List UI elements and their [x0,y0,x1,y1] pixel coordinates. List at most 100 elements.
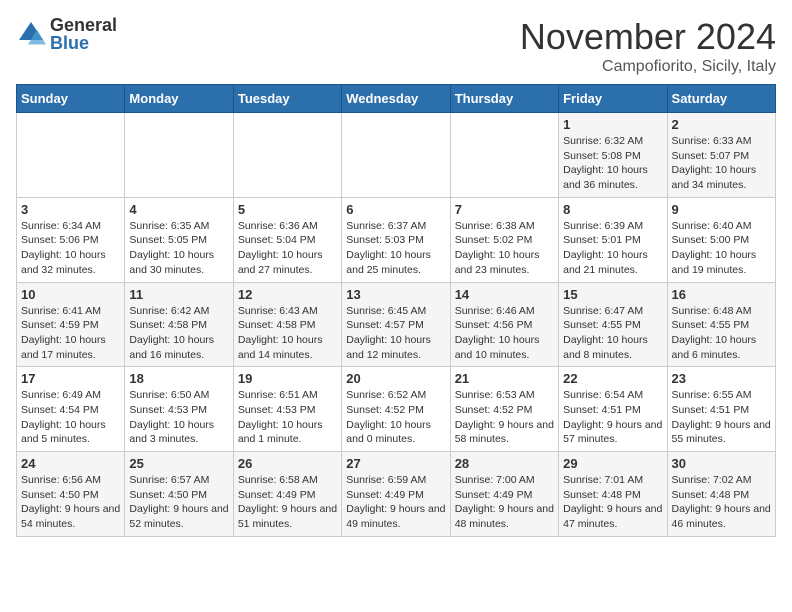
day-info: Sunrise: 6:59 AMSunset: 4:49 PMDaylight:… [346,473,445,532]
day-info: Sunrise: 6:50 AMSunset: 4:53 PMDaylight:… [129,388,228,447]
day-info: Sunrise: 6:48 AMSunset: 4:55 PMDaylight:… [672,304,771,363]
location: Campofiorito, Sicily, Italy [520,58,776,76]
weekday-header: Thursday [450,85,558,113]
calendar-cell [125,113,233,198]
month-title: November 2024 [520,16,776,58]
calendar-cell [342,113,450,198]
day-info: Sunrise: 6:38 AMSunset: 5:02 PMDaylight:… [455,219,554,278]
calendar-cell: 14 Sunrise: 6:46 AMSunset: 4:56 PMDayligh… [450,282,558,367]
day-number: 30 [672,456,771,471]
day-info: Sunrise: 6:39 AMSunset: 5:01 PMDaylight:… [563,219,662,278]
day-number: 11 [129,287,228,302]
calendar-cell: 22Sunrise: 6:54 AMSunset: 4:51 PMDayligh… [559,367,667,452]
calendar-cell: 4 Sunrise: 6:35 AMSunset: 5:05 PMDaylight… [125,197,233,282]
calendar-cell: 15Sunrise: 6:47 AMSunset: 4:55 PMDayligh… [559,282,667,367]
logo-blue: Blue [50,34,117,52]
calendar-cell: 28Sunrise: 7:00 AMSunset: 4:49 PMDayligh… [450,452,558,537]
calendar-cell: 12 Sunrise: 6:43 AMSunset: 4:58 PMDayligh… [233,282,341,367]
calendar-cell: 5 Sunrise: 6:36 AMSunset: 5:04 PMDaylight… [233,197,341,282]
day-info: Sunrise: 6:43 AMSunset: 4:58 PMDaylight:… [238,304,337,363]
day-number: 21 [455,371,554,386]
day-info: Sunrise: 6:55 AMSunset: 4:51 PMDaylight:… [672,388,771,447]
day-info: Sunrise: 6:36 AMSunset: 5:04 PMDaylight:… [238,219,337,278]
day-number: 5 [238,202,337,217]
day-number: 12 [238,287,337,302]
title-block: November 2024 Campofiorito, Sicily, Ital… [520,16,776,76]
calendar-cell: 20 Sunrise: 6:52 AMSunset: 4:52 PMDayligh… [342,367,450,452]
day-info: Sunrise: 6:53 AMSunset: 4:52 PMDaylight:… [455,388,554,447]
day-info: Sunrise: 6:56 AMSunset: 4:50 PMDaylight:… [21,473,120,532]
day-info: Sunrise: 6:37 AMSunset: 5:03 PMDaylight:… [346,219,445,278]
day-info: Sunrise: 6:52 AMSunset: 4:52 PMDaylight:… [346,388,445,447]
calendar-cell: 18 Sunrise: 6:50 AMSunset: 4:53 PMDayligh… [125,367,233,452]
day-number: 23 [672,371,771,386]
calendar-cell [450,113,558,198]
calendar-week-row: 10 Sunrise: 6:41 AMSunset: 4:59 PMDayligh… [17,282,776,367]
calendar-cell: 10 Sunrise: 6:41 AMSunset: 4:59 PMDayligh… [17,282,125,367]
day-number: 2 [672,117,771,132]
day-info: Sunrise: 6:32 AMSunset: 5:08 PMDaylight:… [563,134,662,193]
calendar-cell: 9Sunrise: 6:40 AMSunset: 5:00 PMDaylight… [667,197,775,282]
day-info: Sunrise: 6:46 AMSunset: 4:56 PMDaylight:… [455,304,554,363]
calendar-week-row: 17 Sunrise: 6:49 AMSunset: 4:54 PMDayligh… [17,367,776,452]
logo: General Blue [16,16,117,52]
logo-icon [16,19,46,49]
calendar-cell: 3 Sunrise: 6:34 AMSunset: 5:06 PMDaylight… [17,197,125,282]
calendar-cell: 1 Sunrise: 6:32 AMSunset: 5:08 PMDaylight… [559,113,667,198]
day-number: 20 [346,371,445,386]
day-number: 22 [563,371,662,386]
day-info: Sunrise: 6:42 AMSunset: 4:58 PMDaylight:… [129,304,228,363]
calendar-cell: 25 Sunrise: 6:57 AMSunset: 4:50 PMDayligh… [125,452,233,537]
calendar-week-row: 1 Sunrise: 6:32 AMSunset: 5:08 PMDaylight… [17,113,776,198]
calendar-cell [233,113,341,198]
day-number: 24 [21,456,120,471]
page-header: General Blue November 2024 Campofiorito,… [16,16,776,76]
calendar-cell [17,113,125,198]
calendar-cell: 2 Sunrise: 6:33 AMSunset: 5:07 PMDaylight… [667,113,775,198]
calendar-cell: 26Sunrise: 6:58 AMSunset: 4:49 PMDayligh… [233,452,341,537]
logo-text: General Blue [50,16,117,52]
calendar-cell: 29 Sunrise: 7:01 AMSunset: 4:48 PMDayligh… [559,452,667,537]
day-info: Sunrise: 6:57 AMSunset: 4:50 PMDaylight:… [129,473,228,532]
day-info: Sunrise: 6:34 AMSunset: 5:06 PMDaylight:… [21,219,120,278]
weekday-header: Tuesday [233,85,341,113]
weekday-header: Wednesday [342,85,450,113]
calendar-cell: 7 Sunrise: 6:38 AMSunset: 5:02 PMDaylight… [450,197,558,282]
weekday-header: Sunday [17,85,125,113]
day-number: 3 [21,202,120,217]
day-number: 29 [563,456,662,471]
day-number: 27 [346,456,445,471]
calendar-cell: 6 Sunrise: 6:37 AMSunset: 5:03 PMDaylight… [342,197,450,282]
day-number: 15 [563,287,662,302]
day-number: 25 [129,456,228,471]
day-number: 4 [129,202,228,217]
day-number: 10 [21,287,120,302]
weekday-header: Friday [559,85,667,113]
day-number: 14 [455,287,554,302]
day-info: Sunrise: 6:49 AMSunset: 4:54 PMDaylight:… [21,388,120,447]
logo-general: General [50,16,117,34]
day-info: Sunrise: 6:41 AMSunset: 4:59 PMDaylight:… [21,304,120,363]
day-info: Sunrise: 6:58 AMSunset: 4:49 PMDaylight:… [238,473,337,532]
day-number: 18 [129,371,228,386]
day-number: 6 [346,202,445,217]
calendar-cell: 19 Sunrise: 6:51 AMSunset: 4:53 PMDayligh… [233,367,341,452]
calendar-cell: 27 Sunrise: 6:59 AMSunset: 4:49 PMDayligh… [342,452,450,537]
day-number: 7 [455,202,554,217]
calendar-cell: 13 Sunrise: 6:45 AMSunset: 4:57 PMDayligh… [342,282,450,367]
day-info: Sunrise: 6:35 AMSunset: 5:05 PMDaylight:… [129,219,228,278]
calendar-cell: 21 Sunrise: 6:53 AMSunset: 4:52 PMDayligh… [450,367,558,452]
day-number: 19 [238,371,337,386]
day-info: Sunrise: 6:51 AMSunset: 4:53 PMDaylight:… [238,388,337,447]
day-number: 8 [563,202,662,217]
day-info: Sunrise: 6:33 AMSunset: 5:07 PMDaylight:… [672,134,771,193]
day-number: 1 [563,117,662,132]
day-info: Sunrise: 6:40 AMSunset: 5:00 PMDaylight:… [672,219,771,278]
day-number: 28 [455,456,554,471]
day-number: 13 [346,287,445,302]
day-info: Sunrise: 6:45 AMSunset: 4:57 PMDaylight:… [346,304,445,363]
day-info: Sunrise: 7:01 AMSunset: 4:48 PMDaylight:… [563,473,662,532]
weekday-header: Monday [125,85,233,113]
weekday-header: Saturday [667,85,775,113]
day-number: 17 [21,371,120,386]
